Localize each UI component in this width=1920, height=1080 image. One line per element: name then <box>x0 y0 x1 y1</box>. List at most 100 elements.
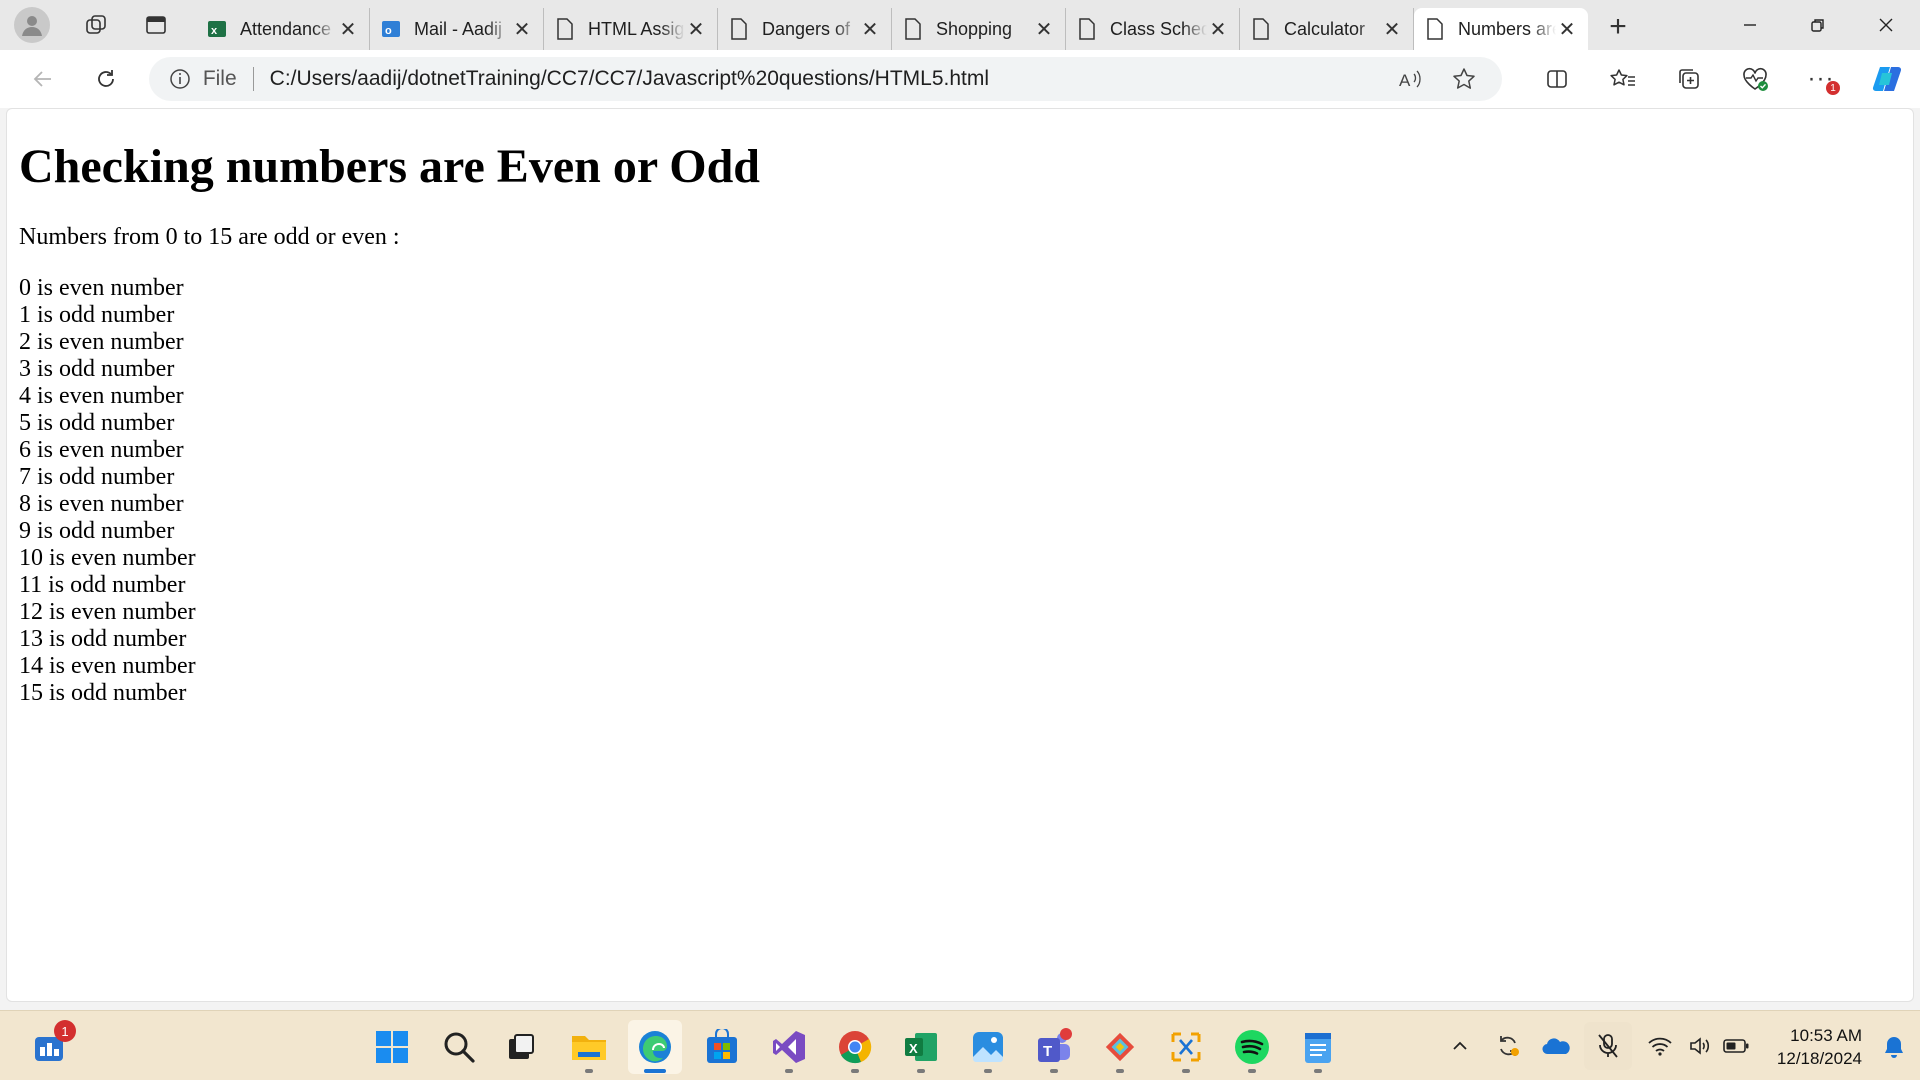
system-clock[interactable]: 10:53 AM 12/18/2024 <box>1777 1024 1862 1070</box>
battery-icon[interactable] <box>1716 1022 1756 1070</box>
close-icon[interactable]: ✕ <box>1033 18 1055 41</box>
favorites-button[interactable] <box>1590 57 1656 101</box>
onedrive-icon[interactable] <box>1532 1022 1580 1070</box>
close-icon[interactable]: ✕ <box>1207 18 1229 41</box>
tab-title: Attendance <box>240 18 332 39</box>
git-icon[interactable] <box>1093 1020 1147 1074</box>
tab-title: Shopping <box>936 18 1013 39</box>
results-list: 0 is even number 1 is odd number 2 is even… <box>19 275 760 707</box>
volume-icon[interactable] <box>1684 1022 1716 1070</box>
tab-strip: x Attendance ✕ o Mail - Aadij ✕ HTML Ass… <box>0 0 1920 50</box>
split-screen-button[interactable] <box>1524 57 1590 101</box>
svg-text:x: x <box>211 25 218 37</box>
close-icon[interactable]: ✕ <box>685 18 707 41</box>
collections-icon <box>1679 69 1699 89</box>
collections-button[interactable] <box>1656 57 1722 101</box>
result-line: 0 is even number <box>19 275 184 301</box>
tab-html-assignment[interactable]: HTML Assignment ✕ <box>544 8 718 50</box>
back-arrow-icon <box>33 71 51 87</box>
refresh-icon <box>98 70 115 87</box>
outlook-icon: o <box>380 18 402 40</box>
profile-avatar[interactable] <box>14 7 50 43</box>
running-indicator <box>984 1069 992 1073</box>
result-line: 6 is even number <box>19 437 184 463</box>
tab-numbers[interactable]: Numbers are ✕ <box>1414 8 1588 50</box>
wifi-icon[interactable] <box>1636 1022 1684 1070</box>
search-icon[interactable] <box>432 1020 486 1074</box>
edge-icon[interactable] <box>628 1020 682 1074</box>
tab-title: HTML Assignment <box>588 18 685 39</box>
windows-start-icon[interactable] <box>365 1020 419 1074</box>
excel-icon: x <box>206 18 228 40</box>
close-window-button[interactable] <box>1852 0 1920 50</box>
tab-shopping[interactable]: Shopping ✕ <box>892 8 1066 50</box>
close-icon[interactable]: ✕ <box>511 18 533 41</box>
split-screen-icon <box>1547 70 1567 88</box>
url-text[interactable]: C:/Users/aadij/dotnetTraining/CC7/CC7/Ja… <box>270 67 1376 91</box>
result-line: 7 is odd number <box>19 464 175 490</box>
file-explorer-icon[interactable] <box>562 1020 616 1074</box>
profile-icon <box>22 16 42 36</box>
spotify-icon[interactable] <box>1225 1020 1279 1074</box>
browser-essentials-button[interactable] <box>1722 57 1788 101</box>
scheme-label: File <box>202 67 237 90</box>
read-aloud-icon[interactable]: A <box>1390 59 1430 99</box>
back-button[interactable] <box>16 57 69 101</box>
tab-calculator[interactable]: Calculator ✕ <box>1240 8 1414 50</box>
notepad-icon[interactable] <box>1291 1020 1345 1074</box>
close-icon[interactable]: ✕ <box>337 18 359 41</box>
snipping-tool-icon[interactable] <box>1159 1020 1213 1074</box>
clock-time: 10:53 AM <box>1790 1026 1862 1045</box>
address-bar[interactable]: File C:/Users/aadij/dotnetTraining/CC7/C… <box>148 57 1503 101</box>
chrome-icon[interactable] <box>828 1020 882 1074</box>
settings-more-button[interactable]: ··· 1 <box>1788 57 1854 101</box>
minimize-button[interactable] <box>1716 0 1784 50</box>
close-icon[interactable]: ✕ <box>1381 18 1403 41</box>
window-controls <box>1716 0 1920 50</box>
running-indicator <box>1314 1069 1322 1073</box>
photos-icon[interactable] <box>961 1020 1015 1074</box>
svg-text:T: T <box>1043 1043 1052 1060</box>
notifications-button[interactable] <box>1880 1033 1908 1061</box>
page-icon <box>1076 18 1098 40</box>
visual-studio-icon[interactable] <box>762 1020 816 1074</box>
close-icon[interactable]: ✕ <box>859 18 881 41</box>
tab-mail[interactable]: o Mail - Aadij ✕ <box>370 8 544 50</box>
workspaces-button[interactable] <box>74 5 118 45</box>
svg-text:A: A <box>1399 71 1411 90</box>
show-hidden-icons-button[interactable] <box>1436 1022 1484 1070</box>
excel-icon[interactable]: X <box>894 1020 948 1074</box>
microsoft-store-icon[interactable] <box>695 1020 749 1074</box>
teams-icon[interactable]: T <box>1027 1020 1081 1074</box>
tab-title: Class Schedule <box>1110 18 1207 39</box>
page-icon <box>1250 18 1272 40</box>
tab-dangers[interactable]: Dangers of ✕ <box>718 8 892 50</box>
info-icon[interactable] <box>167 66 193 92</box>
result-line: 9 is odd number <box>19 518 175 544</box>
tab-class-schedule[interactable]: Class Schedule ✕ <box>1066 8 1240 50</box>
copilot-icon <box>1872 67 1902 91</box>
copilot-button[interactable] <box>1854 57 1920 101</box>
refresh-button[interactable] <box>79 57 132 101</box>
new-tab-button[interactable]: + <box>1596 7 1640 47</box>
microphone-muted-button[interactable] <box>1584 1022 1632 1070</box>
result-line: 13 is odd number <box>19 626 187 652</box>
page-content: Checking numbers are Even or Odd Numbers… <box>19 139 760 707</box>
workspaces-icon <box>86 15 106 34</box>
running-indicator <box>644 1069 666 1073</box>
restore-button[interactable] <box>1784 0 1852 50</box>
task-view-icon[interactable] <box>494 1020 548 1074</box>
tab-title: Mail - Aadij <box>414 18 503 39</box>
close-icon <box>1879 18 1893 32</box>
result-line: 8 is even number <box>19 491 184 517</box>
result-line: 2 is even number <box>19 329 184 355</box>
widgets-button[interactable]: 1 <box>22 1020 76 1074</box>
close-icon[interactable]: ✕ <box>1556 18 1578 41</box>
svg-text:o: o <box>385 25 392 37</box>
sync-icon[interactable] <box>1484 1022 1532 1070</box>
tab-attendance[interactable]: x Attendance ✕ <box>196 8 370 50</box>
vertical-tabs-button[interactable] <box>134 5 178 45</box>
bell-icon <box>1885 1037 1903 1058</box>
favorite-star-icon[interactable] <box>1444 59 1484 99</box>
favorites-icon <box>1610 69 1636 86</box>
